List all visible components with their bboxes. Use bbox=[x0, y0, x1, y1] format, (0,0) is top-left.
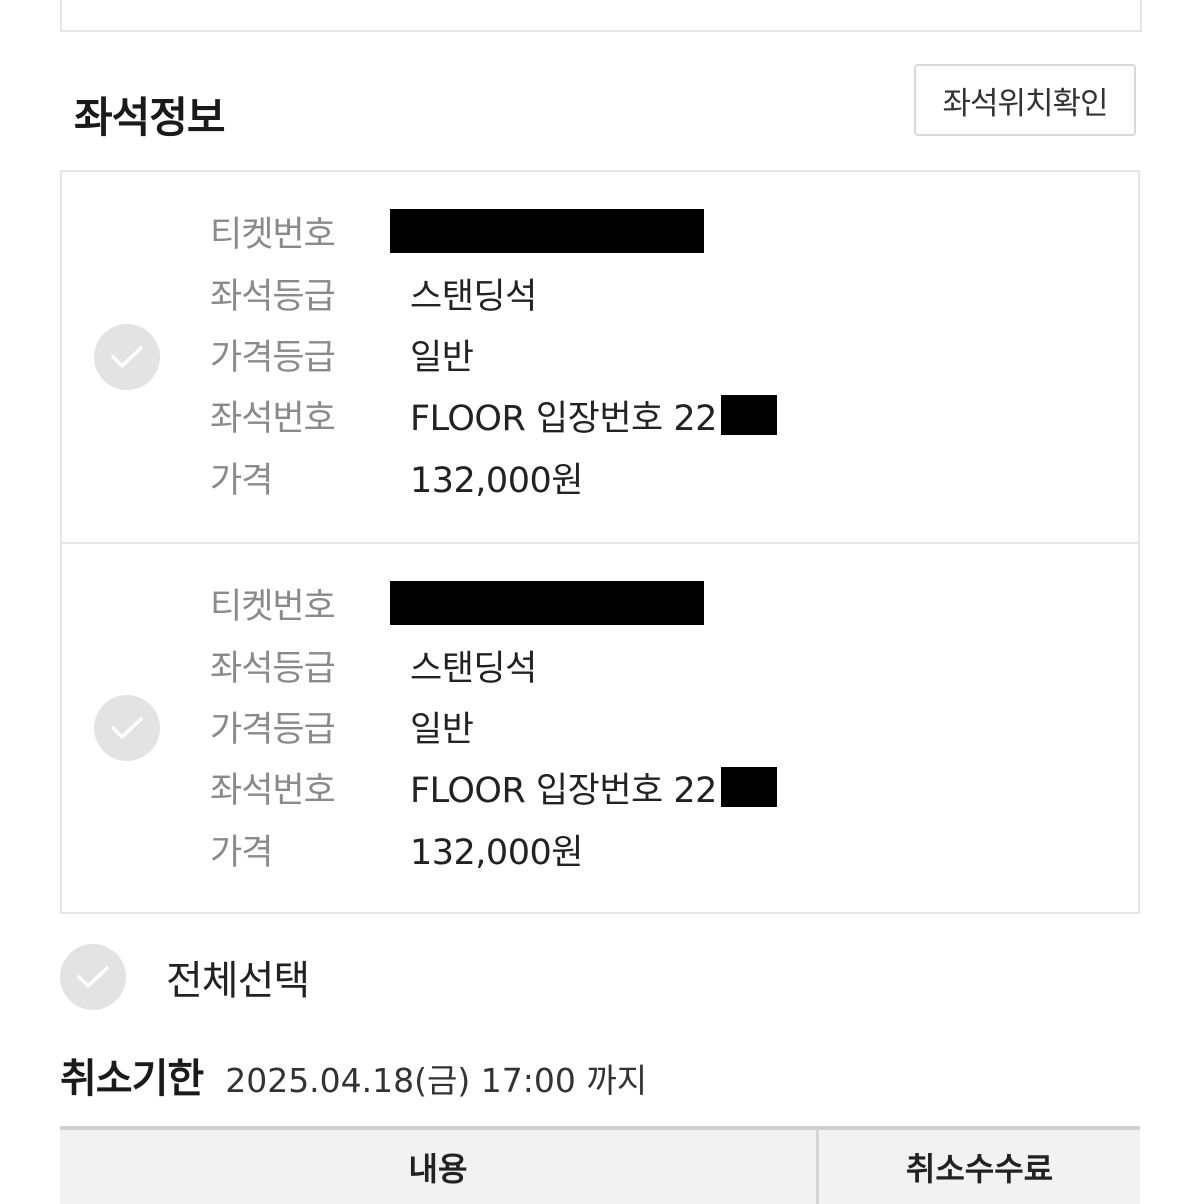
seat-grade-value: 스탠딩석 bbox=[410, 648, 537, 689]
fee-header-content: 내용 bbox=[60, 1130, 819, 1204]
seat-number-value: FLOOR 입장번호 22 bbox=[410, 390, 777, 441]
ticket-number-row: 티켓번호 bbox=[210, 206, 704, 256]
price-label: 가격 bbox=[210, 832, 273, 873]
seat-number-label: 좌석번호 bbox=[210, 770, 336, 811]
ticket-number-redacted bbox=[390, 209, 704, 253]
seat-number-value: FLOOR 입장번호 22 bbox=[410, 762, 777, 813]
price-grade-value: 일반 bbox=[410, 337, 474, 378]
previous-section-card bbox=[60, 0, 1142, 32]
seat-grade-row: 좌석등급 스탠딩석 bbox=[210, 268, 537, 318]
select-all-row[interactable]: 전체선택 bbox=[60, 944, 310, 1010]
seat-location-button[interactable]: 좌석위치확인 bbox=[914, 64, 1136, 136]
price-grade-label: 가격등급 bbox=[210, 709, 336, 750]
ticket-item[interactable]: 티켓번호 좌석등급 스탠딩석 가격등급 일반 좌석번호 FLOOR 입장번호 2… bbox=[62, 172, 1138, 542]
cancel-deadline-value: 2025.04.18(금) 17:00 까지 bbox=[225, 1061, 648, 1100]
seat-grade-row: 좌석등급 스탠딩석 bbox=[210, 640, 537, 690]
select-all-checkbox[interactable] bbox=[60, 944, 126, 1010]
seat-number-label: 좌석번호 bbox=[210, 398, 336, 439]
seat-grade-label: 좌석등급 bbox=[210, 648, 336, 689]
ticket-select-checkbox[interactable] bbox=[94, 324, 160, 390]
ticket-number-redacted bbox=[390, 581, 704, 625]
ticket-select-checkbox[interactable] bbox=[94, 695, 160, 761]
ticket-number-row: 티켓번호 bbox=[210, 578, 704, 628]
seat-grade-value: 스탠딩석 bbox=[410, 276, 537, 317]
seat-number-redacted bbox=[720, 395, 777, 435]
price-value: 132,000원 bbox=[410, 460, 583, 501]
ticket-number-label: 티켓번호 bbox=[210, 586, 336, 627]
seat-number-text: FLOOR 입장번호 22 bbox=[410, 398, 717, 439]
check-icon bbox=[111, 717, 143, 739]
seat-grade-label: 좌석등급 bbox=[210, 276, 336, 317]
seat-number-text: FLOOR 입장번호 22 bbox=[410, 770, 717, 811]
price-grade-row: 가격등급 일반 bbox=[210, 701, 474, 751]
seat-number-row: 좌석번호 FLOOR 입장번호 22 bbox=[210, 762, 777, 812]
ticket-list: 티켓번호 좌석등급 스탠딩석 가격등급 일반 좌석번호 FLOOR 입장번호 2… bbox=[60, 170, 1140, 914]
section-title: 좌석정보 bbox=[74, 93, 226, 142]
price-row: 가격 132,000원 bbox=[210, 824, 583, 874]
price-row: 가격 132,000원 bbox=[210, 452, 583, 502]
price-grade-label: 가격등급 bbox=[210, 337, 336, 378]
ticket-number-label: 티켓번호 bbox=[210, 214, 336, 255]
seat-number-redacted bbox=[720, 767, 777, 807]
cancel-fee-table-header: 내용 취소수수료 bbox=[60, 1126, 1140, 1204]
seat-number-row: 좌석번호 FLOOR 입장번호 22 bbox=[210, 390, 777, 440]
price-grade-value: 일반 bbox=[410, 709, 474, 750]
cancel-deadline-label: 취소기한 bbox=[60, 1056, 204, 1102]
ticket-item[interactable]: 티켓번호 좌석등급 스탠딩석 가격등급 일반 좌석번호 FLOOR 입장번호 2… bbox=[62, 542, 1138, 914]
check-icon bbox=[111, 346, 143, 368]
cancel-deadline: 취소기한 2025.04.18(금) 17:00 까지 bbox=[60, 1046, 647, 1104]
price-label: 가격 bbox=[210, 460, 273, 501]
fee-header-fee: 취소수수료 bbox=[905, 1150, 1054, 1188]
price-value: 132,000원 bbox=[410, 832, 583, 873]
check-icon bbox=[77, 966, 109, 988]
select-all-label: 전체선택 bbox=[166, 958, 310, 1004]
price-grade-row: 가격등급 일반 bbox=[210, 329, 474, 379]
